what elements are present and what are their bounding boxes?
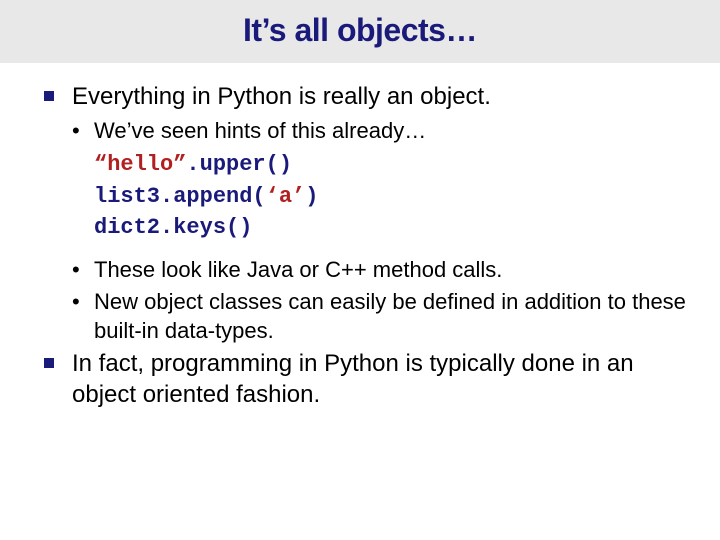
code-method-upper: .upper() [186,152,292,177]
bullet-oop-fashion: In fact, programming in Python is typica… [44,348,686,410]
code-dict-keys-span: dict2.keys() [94,215,252,240]
code-list-append-close: ) [305,184,318,209]
code-hello-upper: “hello”.upper() [94,148,686,180]
sub-bullet-hints: We’ve seen hints of this already… [72,116,686,146]
code-list-append-open: list3.append( [94,184,266,209]
slide-title: It’s all objects… [0,12,720,49]
title-band: It’s all objects… [0,0,720,63]
slide-content: Everything in Python is really an object… [0,63,720,410]
code-string-a: ‘a’ [266,184,306,209]
sub-bullet-new-classes: New object classes can easily be defined… [72,287,686,346]
code-list-append: list3.append(‘a’) [94,180,686,212]
code-string-hello: “hello” [94,152,186,177]
bullet-everything-object: Everything in Python is really an object… [44,81,686,112]
code-dict-keys: dict2.keys() [94,211,686,243]
sub-bullet-java-cpp: These look like Java or C++ method calls… [72,255,686,285]
